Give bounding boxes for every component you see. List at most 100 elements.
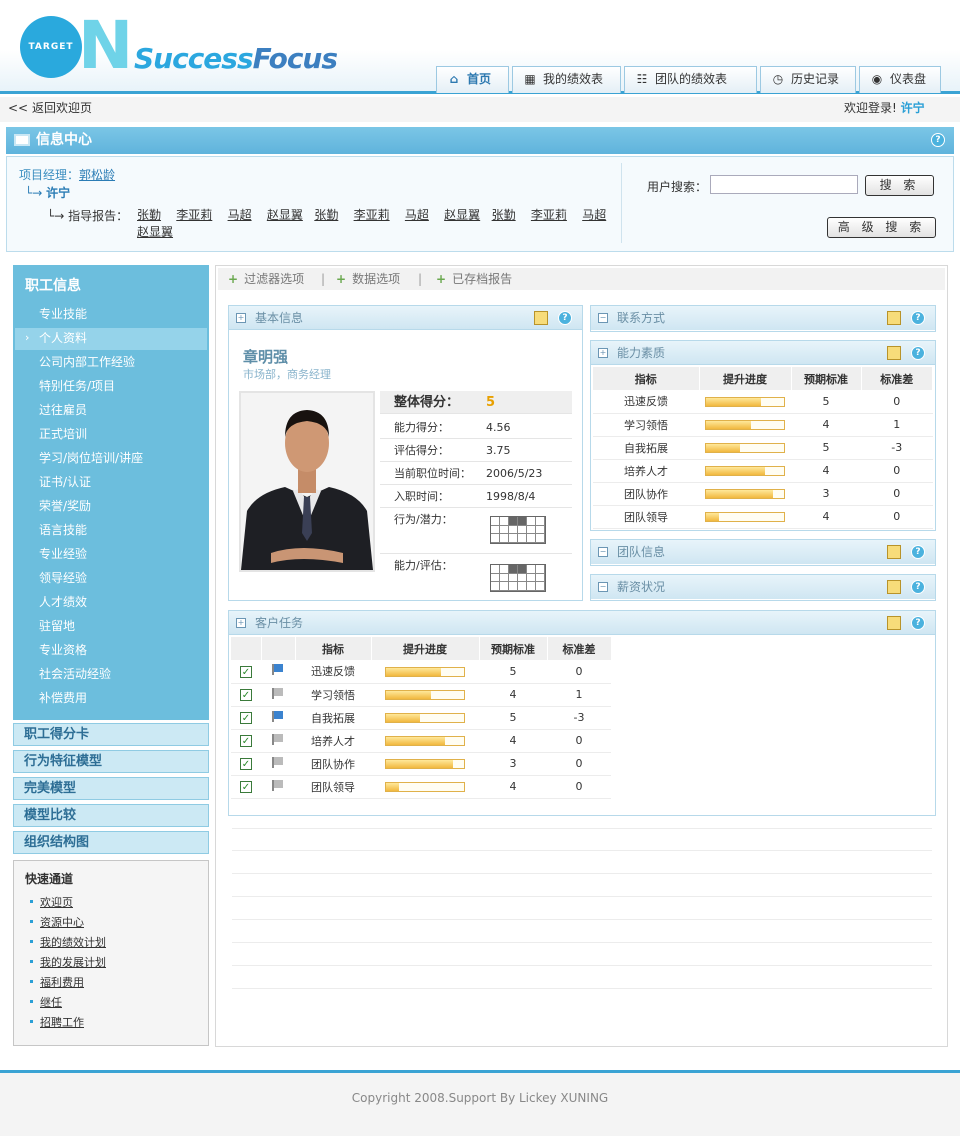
quick-link[interactable]: 招聘工作 xyxy=(30,1014,84,1030)
flag-icon[interactable] xyxy=(272,756,284,768)
sidebar-item[interactable]: 专业技能 xyxy=(39,302,87,326)
nav-home[interactable]: ⌂ 首页 xyxy=(436,66,509,93)
help-icon[interactable]: ? xyxy=(558,311,572,325)
report-link[interactable]: 马超 xyxy=(405,208,429,222)
sidebar-item[interactable]: 过往雇员 xyxy=(39,398,87,422)
home-icon: ⌂ xyxy=(449,72,459,86)
help-icon[interactable]: ? xyxy=(911,580,925,594)
sidebar-item[interactable]: 正式培训 xyxy=(39,422,87,446)
nav-my-performance[interactable]: ▦ 我的绩效表 xyxy=(512,66,621,93)
report-link[interactable]: 李亚莉 xyxy=(354,208,390,222)
progress-cell xyxy=(371,660,479,684)
sidebar-item[interactable]: 学习/岗位培训/讲座 xyxy=(39,446,143,470)
help-icon[interactable]: ? xyxy=(911,311,925,325)
reports-list: 张勤 李亚莉 马超 赵显翼 张勤 李亚莉 马超 赵显翼 张勤 李亚莉 马超 赵显… xyxy=(137,207,607,241)
edit-icon[interactable] xyxy=(534,311,548,325)
progress-bar xyxy=(385,759,465,769)
advanced-search-button[interactable]: 高 级 搜 索 xyxy=(827,217,936,238)
search-button[interactable]: 搜 索 xyxy=(865,175,934,196)
edit-icon[interactable] xyxy=(887,346,901,360)
help-icon[interactable]: ? xyxy=(911,346,925,360)
user-search-input[interactable] xyxy=(710,175,858,194)
flag-icon[interactable] xyxy=(272,687,284,699)
sidebar-item[interactable]: 个人资料 xyxy=(39,326,87,350)
checkbox[interactable]: ✓ xyxy=(240,735,252,747)
quick-link[interactable]: 我的绩效计划 xyxy=(30,934,106,950)
progress-cell xyxy=(699,413,791,437)
search-label: 用户搜索： xyxy=(647,180,708,194)
edit-icon[interactable] xyxy=(887,580,901,594)
sidebar-item[interactable]: 荣誉/奖励 xyxy=(39,494,91,518)
sidebar-item[interactable]: 语言技能 xyxy=(39,518,87,542)
expand-icon[interactable]: + xyxy=(236,618,246,628)
checkbox[interactable]: ✓ xyxy=(240,689,252,701)
report-link[interactable]: 张勤 xyxy=(492,208,516,222)
col-empty xyxy=(611,637,933,660)
sidebar-item[interactable]: 专业经验 xyxy=(39,542,87,566)
sidebar-item[interactable]: 特别任务/项目 xyxy=(39,374,115,398)
expand-icon[interactable]: + xyxy=(598,348,608,358)
collapse-icon[interactable]: − xyxy=(598,582,608,592)
sidebar-item[interactable]: 公司内部工作经验 xyxy=(39,350,135,374)
tab-archived-reports[interactable]: + 已存档报告 xyxy=(436,268,512,290)
back-link[interactable]: << 返回欢迎页 xyxy=(8,97,92,119)
nav-dashboard[interactable]: ◉ 仪表盘 xyxy=(859,66,941,93)
behavior-potential-grid xyxy=(490,516,546,544)
table-row: 自我拓展 5 -3 xyxy=(593,436,933,460)
sidebar-item[interactable]: 证书/认证 xyxy=(39,470,91,494)
flag-icon[interactable] xyxy=(272,710,284,722)
report-link[interactable]: 赵显翼 xyxy=(267,208,303,222)
tab-filter-options[interactable]: + 过滤器选项 xyxy=(228,268,304,290)
quick-link[interactable]: 我的发展计划 xyxy=(30,954,106,970)
report-link[interactable]: 马超 xyxy=(228,208,252,222)
flag-icon[interactable] xyxy=(272,733,284,745)
help-icon[interactable]: ? xyxy=(931,133,945,147)
nav-history[interactable]: ◷ 历史记录 xyxy=(760,66,856,93)
collapse-icon[interactable]: − xyxy=(598,547,608,557)
report-link[interactable]: 李亚莉 xyxy=(176,208,212,222)
checkbox[interactable]: ✓ xyxy=(240,665,252,678)
sidebar-section-perfect-model[interactable]: 完美模型 xyxy=(13,777,209,800)
col-flag xyxy=(261,637,296,660)
pm-link[interactable]: 郭松龄 xyxy=(79,168,115,182)
edit-icon[interactable] xyxy=(887,616,901,630)
quick-link[interactable]: 欢迎页 xyxy=(30,894,73,910)
sidebar-item[interactable]: 社会活动经验 xyxy=(39,662,111,686)
expand-icon[interactable]: + xyxy=(236,313,246,323)
flag-icon[interactable] xyxy=(272,664,284,676)
quick-link[interactable]: 资源中心 xyxy=(30,914,84,930)
quick-link[interactable]: 福利费用 xyxy=(30,974,84,990)
tab-bar: + 过滤器选项 | + 数据选项 | + 已存档报告 xyxy=(218,268,945,290)
report-link[interactable]: 赵显翼 xyxy=(444,208,480,222)
sidebar-item[interactable]: 驻留地 xyxy=(39,614,75,638)
report-link[interactable]: 马超 xyxy=(582,208,606,222)
sidebar-item[interactable]: 补偿费用 xyxy=(39,686,87,710)
report-link[interactable]: 李亚莉 xyxy=(531,208,567,222)
report-link[interactable]: 张勤 xyxy=(314,208,338,222)
quick-link[interactable]: 继任 xyxy=(30,994,62,1010)
sidebar-section-scorecard[interactable]: 职工得分卡 xyxy=(13,723,209,746)
sidebar-section-org-chart[interactable]: 组织结构图 xyxy=(13,831,209,854)
flag-icon[interactable] xyxy=(272,779,284,791)
sidebar-item[interactable]: 专业资格 xyxy=(39,638,87,662)
report-link[interactable]: 赵显翼 xyxy=(137,225,173,239)
checkbox[interactable]: ✓ xyxy=(240,781,252,793)
sidebar-item[interactable]: 人才绩效 xyxy=(39,590,87,614)
report-link[interactable]: 张勤 xyxy=(137,208,161,222)
sidebar-item[interactable]: 领导经验 xyxy=(39,566,87,590)
subordinate-link[interactable]: 许宁 xyxy=(46,186,70,200)
edit-icon[interactable] xyxy=(887,545,901,559)
checkbox[interactable]: ✓ xyxy=(240,712,252,724)
progress-fill xyxy=(706,490,774,498)
edit-icon[interactable] xyxy=(887,311,901,325)
checkbox[interactable]: ✓ xyxy=(240,758,252,770)
help-icon[interactable]: ? xyxy=(911,545,925,559)
sidebar-section-behavior-model[interactable]: 行为特征模型 xyxy=(13,750,209,773)
current-user[interactable]: 许宁 xyxy=(901,101,925,115)
help-icon[interactable]: ? xyxy=(911,616,925,630)
sidebar-section-model-compare[interactable]: 模型比较 xyxy=(13,804,209,827)
nav-team-performance[interactable]: ☷ 团队的绩效表 xyxy=(624,66,757,93)
tab-data-options[interactable]: + 数据选项 xyxy=(336,268,400,290)
indicator-cell: 培养人才 xyxy=(593,459,699,483)
collapse-icon[interactable]: − xyxy=(598,313,608,323)
